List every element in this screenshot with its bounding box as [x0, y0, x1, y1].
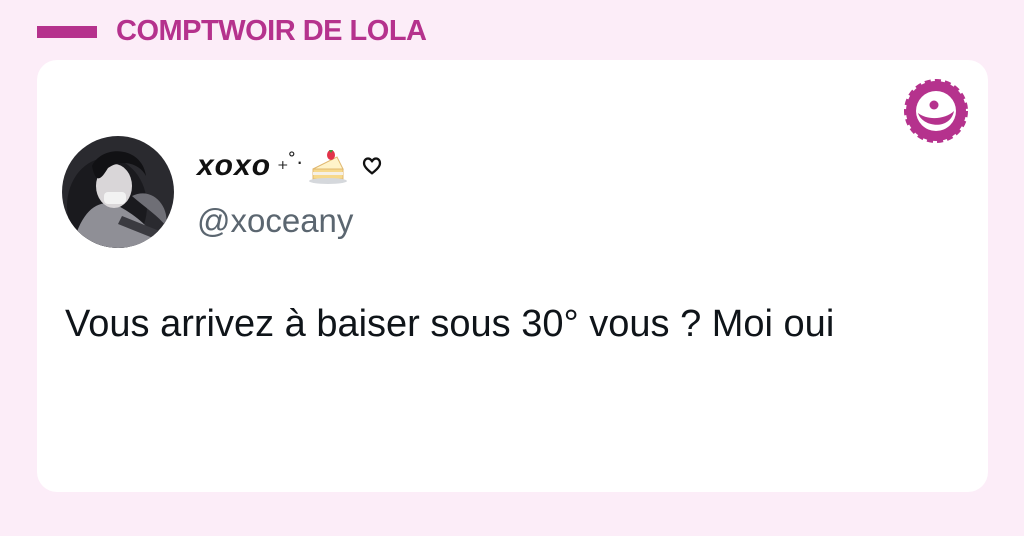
cake-icon — [309, 150, 348, 184]
avatar[interactable] — [62, 136, 174, 248]
avatar-photo-icon — [62, 136, 174, 248]
display-name-row[interactable]: xoxo ₊˚· — [197, 144, 383, 188]
tweet-card: xoxo ₊˚· @xoceany Vous arrivez à baiser … — [37, 60, 988, 492]
brand-name: COMPTWOIR DE LOLA — [116, 15, 427, 47]
brand-accent-bar — [37, 26, 97, 38]
display-name: xoxo — [197, 149, 272, 182]
heart-icon — [363, 157, 382, 175]
user-handle[interactable]: @xoceany — [197, 202, 353, 240]
display-name-decoration: ₊˚· — [277, 149, 304, 174]
brand-logo-icon — [904, 79, 968, 143]
tweet-text: Vous arrivez à baiser sous 30° vous ? Mo… — [65, 303, 835, 345]
